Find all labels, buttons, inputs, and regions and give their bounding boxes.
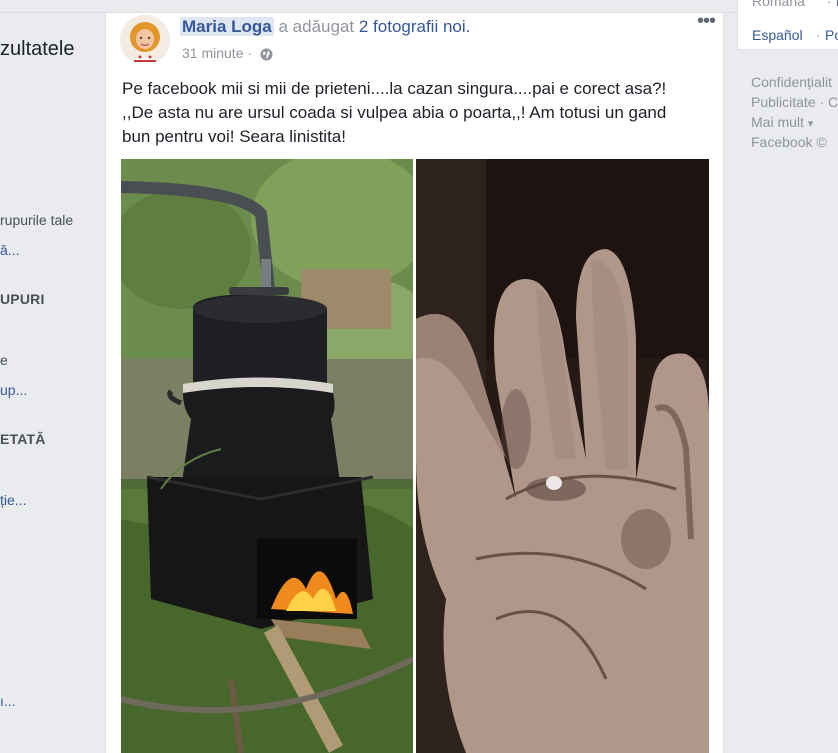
language-selector-box: Română · En Español · Po [737,0,838,50]
sidebar-bottom-link[interactable]: ı... [0,693,16,709]
sidebar-create-group-link[interactable]: up... [0,382,27,398]
meta-separator: · [247,45,253,61]
language-portuguese-link[interactable]: Po [825,27,838,43]
language-separator: · [827,0,832,9]
dirty-hand-photo[interactable] [416,159,709,753]
new-photos-link[interactable]: 2 fotografii noi. [359,17,471,36]
still-cauldron-photo[interactable] [121,159,413,753]
post-timestamp[interactable]: 31 minute [182,45,243,61]
post-text-line: bun pentru voi! Seara linistita! [122,127,346,146]
sidebar-section-society: ETATĂ [0,431,46,447]
post-meta: 31 minute · [182,45,273,64]
public-globe-icon[interactable] [260,48,273,64]
post-action-text: a adăugat [278,17,355,36]
post-options-icon[interactable]: ••• [694,11,718,35]
current-language: Română [752,0,805,9]
footer-ads-row: Publicitate · C [751,94,838,110]
footer-more-row[interactable]: Mai mult ▾ [751,114,813,130]
left-sidebar: zultatele rupurile tale ă... UPURI e up.… [0,0,100,740]
footer-more-arrow-icon: ▾ [807,118,814,130]
footer-more-link[interactable]: Mai mult [751,114,804,130]
news-feed-post: Maria Loga a adăugat 2 fotografii noi. 3… [105,11,724,753]
sidebar-society-link[interactable]: ție... [0,492,26,508]
post-text-line: ,,De asta nu are ursul coada si vulpea a… [122,103,667,122]
footer-ads-more[interactable]: · C [819,94,838,110]
author-avatar[interactable] [120,15,170,65]
sidebar-group-item[interactable]: e [0,352,8,368]
post-text-line: Pe facebook mii si mii de prieteni....la… [122,79,667,98]
sidebar-section-groups: UPURI [0,291,45,307]
author-name-link[interactable]: Maria Loga [180,17,274,36]
footer-ads-link[interactable]: Publicitate [751,94,816,110]
language-spanish-link[interactable]: Español [752,27,803,43]
sidebar-results-heading: zultatele [0,38,75,60]
sidebar-groups-text: rupurile tale [0,212,74,228]
sidebar-see-more-link[interactable]: ă... [0,242,19,258]
language-separator: · [816,27,821,43]
post-message: Pe facebook mii si mii de prieteni....la… [122,77,712,149]
post-header: Maria Loga a adăugat 2 fotografii noi. [180,17,471,37]
right-sidebar: Română · En Español · Po Confidențialit … [723,0,838,740]
footer-privacy-link[interactable]: Confidențialit [751,74,832,90]
footer-copyright: Facebook © [751,134,827,150]
